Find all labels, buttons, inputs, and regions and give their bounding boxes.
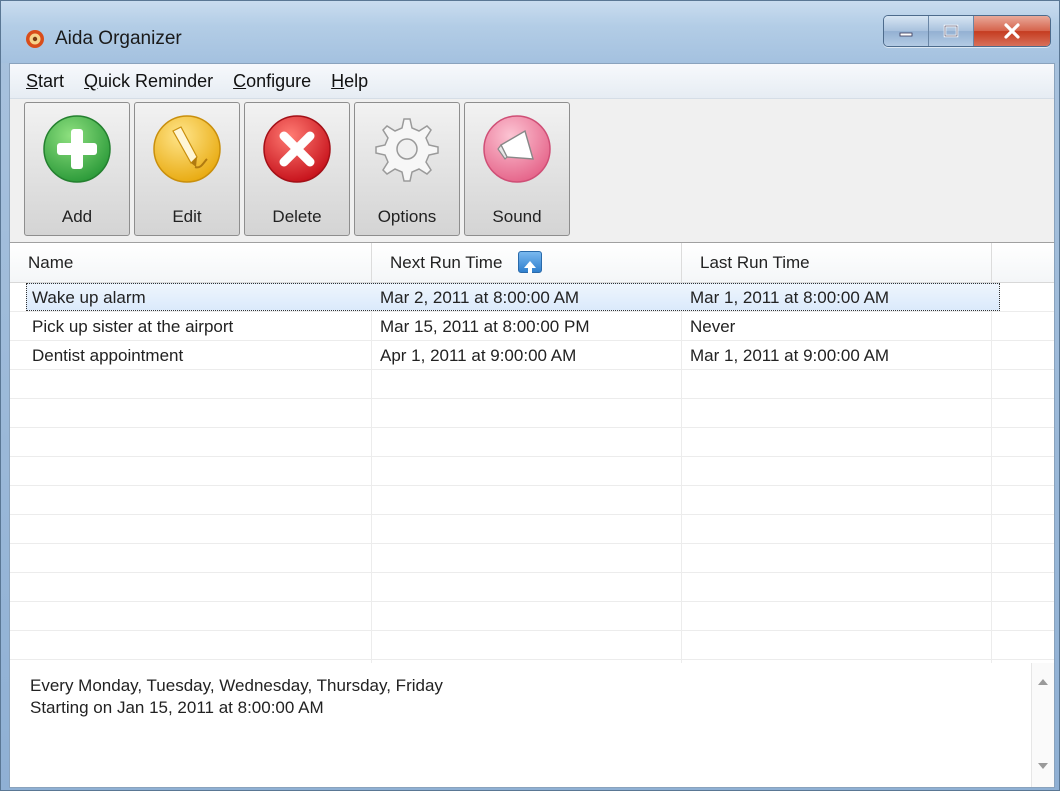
menu-configure[interactable]: Configure	[223, 66, 321, 96]
empty-row	[10, 399, 1054, 428]
details-scrollbar[interactable]	[1031, 663, 1054, 787]
sort-ascending-icon	[518, 250, 543, 273]
table-row[interactable]: Dentist appointment Apr 1, 2011 at 9:00:…	[10, 341, 1054, 370]
add-button-label: Add	[61, 207, 93, 226]
caption-buttons	[883, 15, 1051, 47]
title-bar[interactable]: Aida Organizer	[1, 1, 1059, 63]
reminder-list[interactable]: Name Next Run Time Last Run Time Wake up…	[10, 242, 1054, 664]
column-header-next-run-label: Next Run Time	[390, 253, 503, 272]
cell-name: Wake up alarm	[32, 288, 146, 307]
cell-next-run: Mar 15, 2011 at 8:00:00 PM	[380, 317, 590, 336]
cell-name: Pick up sister at the airport	[32, 317, 234, 336]
close-button[interactable]	[974, 16, 1050, 46]
menu-configure-label: onfigure	[246, 71, 312, 91]
details-pane[interactable]: Every Monday, Tuesday, Wednesday, Thursd…	[10, 663, 1054, 787]
menu-bar: Start Quick Reminder Configure Help	[10, 64, 1054, 99]
column-header-name[interactable]: Name	[10, 243, 372, 283]
cell-next-run: Apr 1, 2011 at 9:00:00 AM	[380, 346, 577, 365]
table-row[interactable]: Wake up alarm Mar 2, 2011 at 8:00:00 AM …	[10, 283, 1054, 312]
delete-button-label: Delete	[272, 207, 322, 226]
column-header-last-run-label: Last Run Time	[700, 253, 810, 272]
cell-name: Dentist appointment	[32, 346, 184, 365]
add-icon	[43, 115, 111, 183]
maximize-icon	[943, 24, 959, 38]
close-icon	[1004, 23, 1020, 39]
table-row[interactable]: Pick up sister at the airport Mar 15, 20…	[10, 312, 1054, 341]
maximize-button[interactable]	[929, 16, 974, 46]
empty-row	[10, 428, 1054, 457]
empty-row	[10, 457, 1054, 486]
cell-last-run: Mar 1, 2011 at 8:00:00 AM	[690, 288, 890, 307]
cell-last-run: Mar 1, 2011 at 9:00:00 AM	[690, 346, 890, 365]
menu-configure-accel: C	[233, 71, 247, 91]
scroll-up-icon[interactable]	[1038, 679, 1048, 685]
menu-help-accel: H	[331, 71, 345, 91]
delete-button[interactable]: Delete	[244, 102, 350, 236]
client-area: Start Quick Reminder Configure Help Add	[9, 63, 1055, 788]
menu-quick-reminder-label: uick Reminder	[98, 71, 214, 91]
sound-button-label: Sound	[492, 207, 542, 226]
details-line-1: Every Monday, Tuesday, Wednesday, Thursd…	[30, 676, 443, 695]
menu-start-label: tart	[38, 71, 65, 91]
edit-button[interactable]: Edit	[134, 102, 240, 236]
column-header-name-label: Name	[28, 253, 74, 272]
column-header-last-run-time[interactable]: Last Run Time	[682, 243, 992, 283]
empty-row	[10, 573, 1054, 602]
app-window: Aida Organizer Start Quick Reminder Conf…	[0, 0, 1060, 791]
menu-start[interactable]: Start	[10, 66, 74, 96]
menu-help-label: elp	[344, 71, 369, 91]
cell-next-run: Mar 2, 2011 at 8:00:00 AM	[380, 288, 580, 307]
column-header-next-run-time[interactable]: Next Run Time	[372, 243, 682, 283]
minimize-button[interactable]	[884, 16, 929, 46]
scroll-down-icon[interactable]	[1038, 763, 1048, 769]
menu-start-accel: S	[26, 71, 39, 91]
empty-row	[10, 631, 1054, 660]
window-title: Aida Organizer	[55, 28, 182, 49]
gear-icon	[375, 118, 439, 182]
empty-row	[10, 486, 1054, 515]
details-text: Every Monday, Tuesday, Wednesday, Thursd…	[30, 675, 443, 719]
empty-row	[10, 515, 1054, 544]
add-button[interactable]: Add	[24, 102, 130, 236]
minimize-icon	[899, 32, 913, 37]
megaphone-icon	[483, 115, 551, 183]
empty-row	[10, 602, 1054, 631]
menu-help[interactable]: Help	[321, 66, 378, 96]
details-line-2: Starting on Jan 15, 2011 at 8:00:00 AM	[30, 698, 324, 717]
menu-quick-reminder-accel: Q	[84, 71, 99, 91]
options-button-label: Options	[377, 207, 437, 226]
empty-row	[10, 370, 1054, 399]
app-logo-icon	[26, 30, 44, 48]
cell-last-run: Never	[690, 317, 736, 336]
empty-row	[10, 544, 1054, 573]
sound-button[interactable]: Sound	[464, 102, 570, 236]
toolbar: Add Edit Delete Options Sound	[10, 99, 1054, 241]
menu-quick-reminder[interactable]: Quick Reminder	[74, 66, 223, 96]
options-button[interactable]: Options	[354, 102, 460, 236]
edit-button-label: Edit	[172, 207, 202, 226]
delete-icon	[263, 115, 331, 183]
pencil-icon	[153, 115, 221, 183]
column-header-filler	[992, 243, 1054, 283]
